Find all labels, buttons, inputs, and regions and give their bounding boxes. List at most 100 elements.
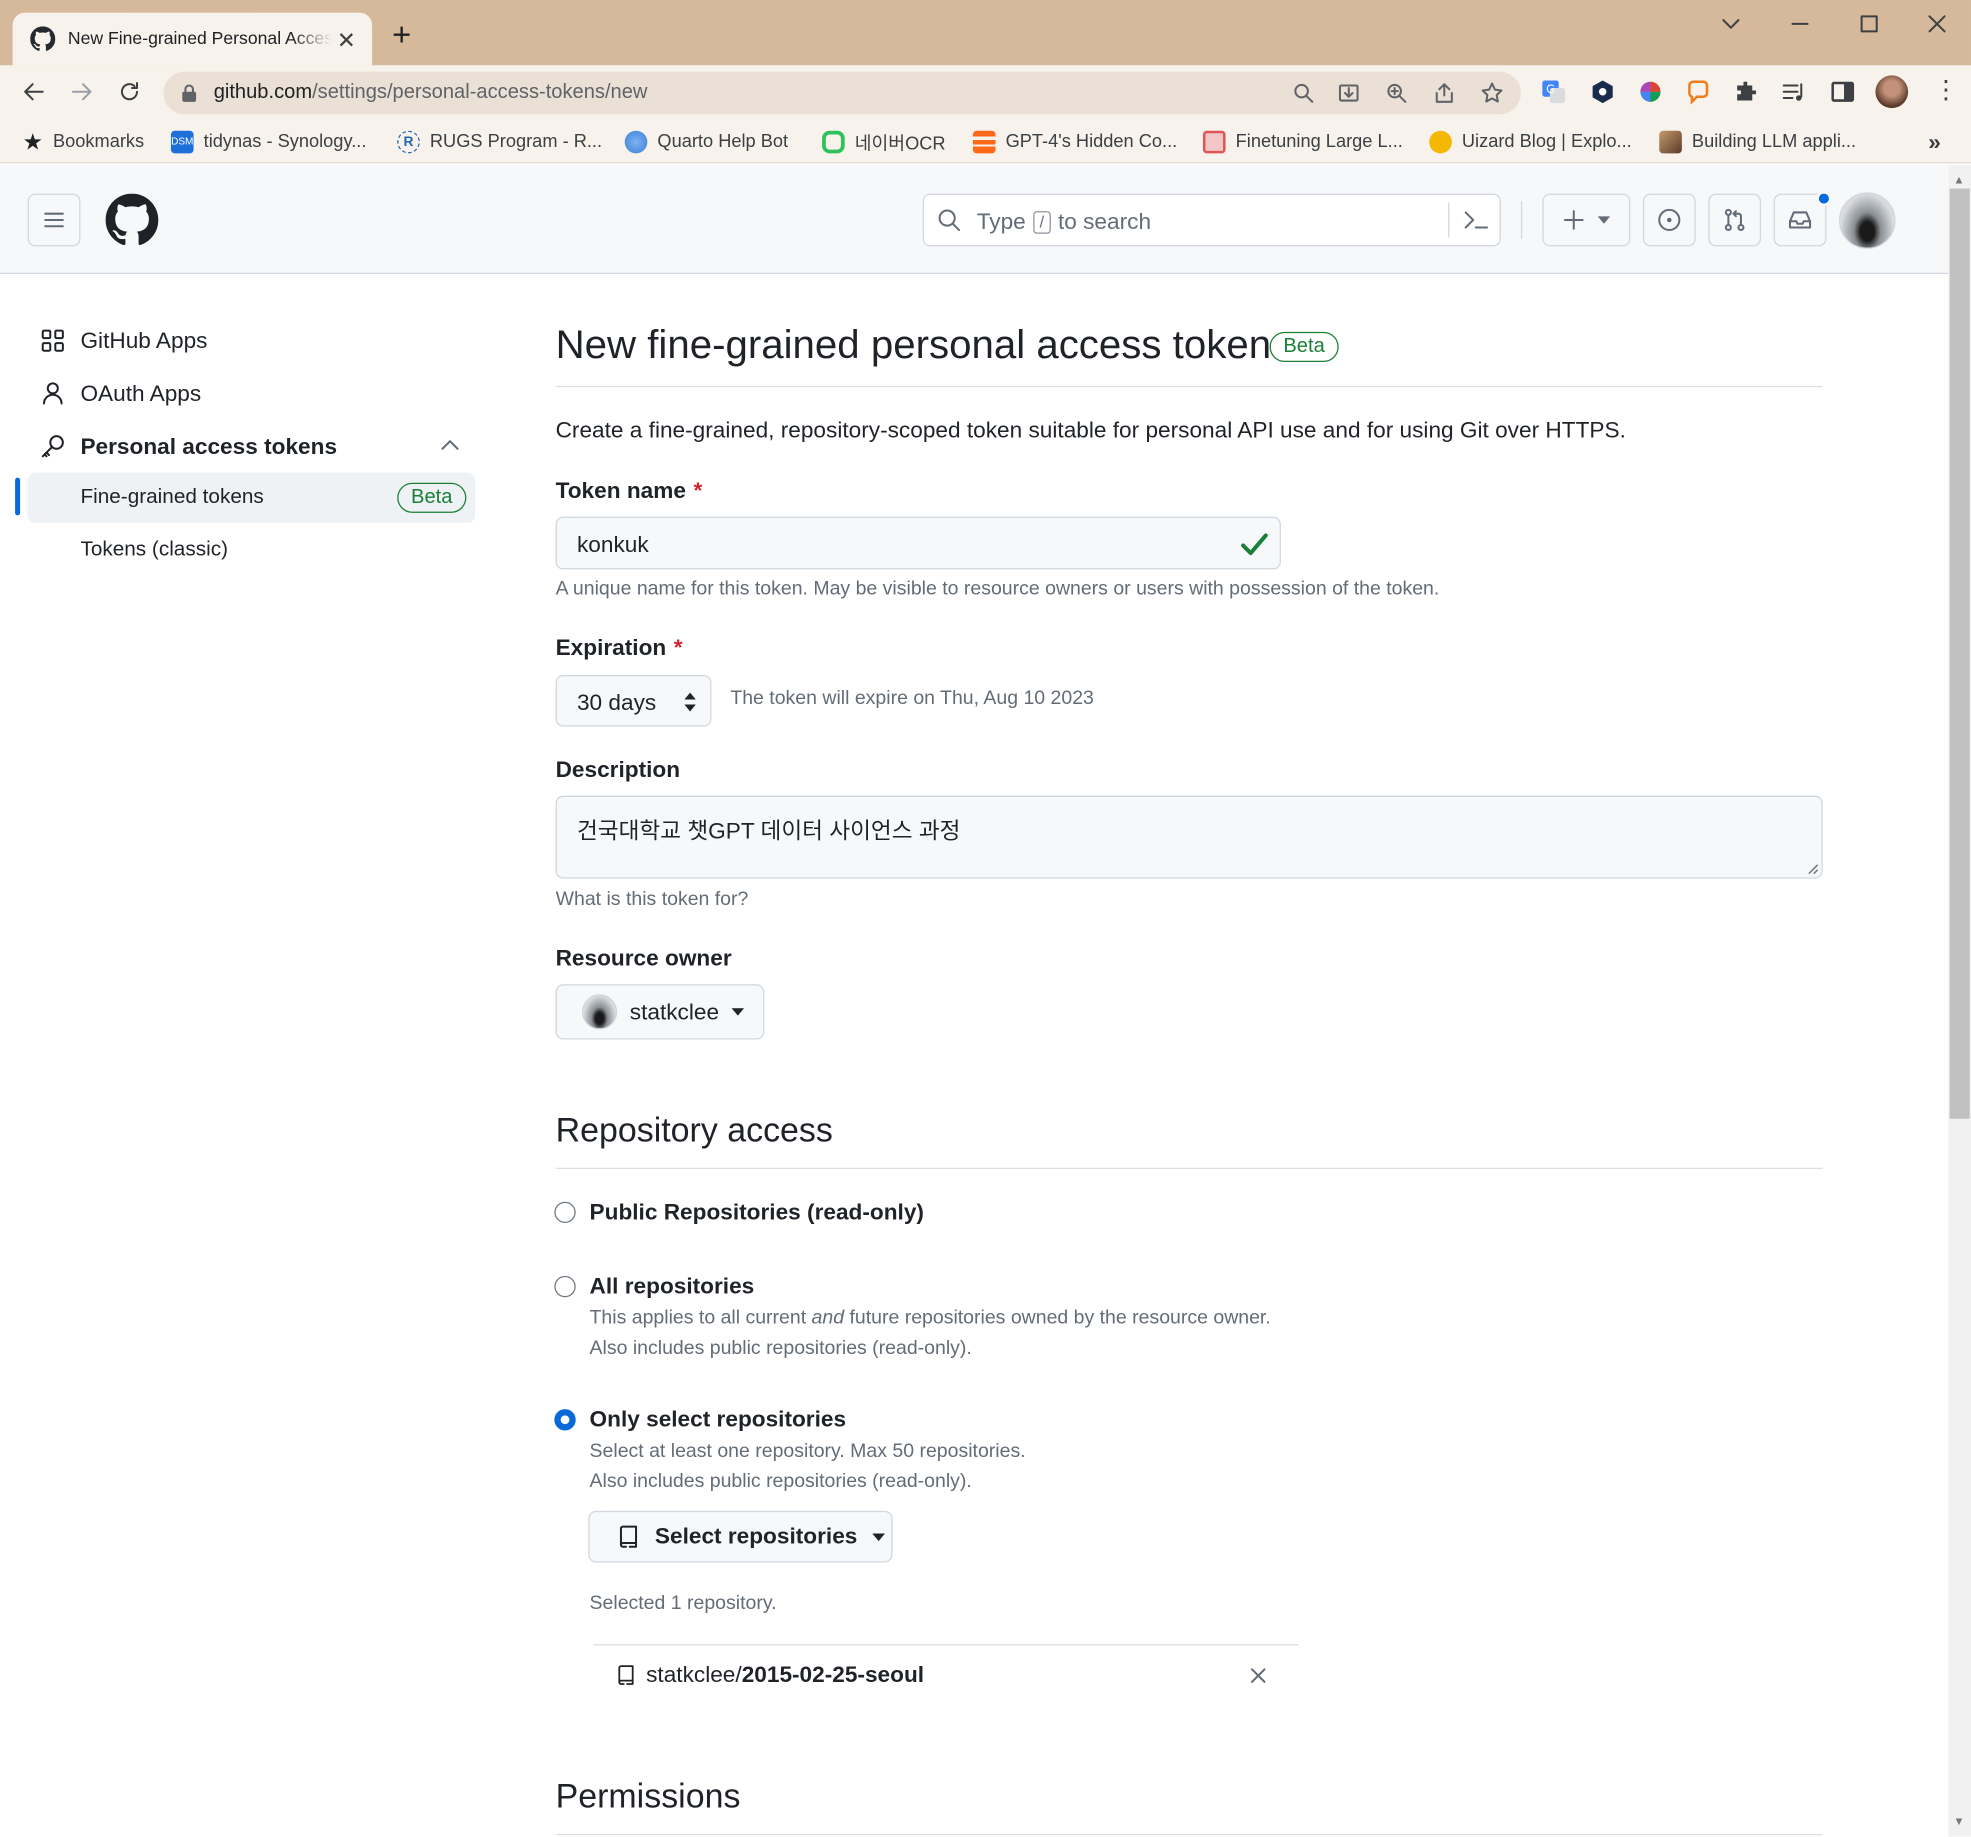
window-close-icon[interactable] <box>1926 13 1949 36</box>
bookmark-item[interactable]: DSM tidynas - Synology... <box>170 128 366 156</box>
sidebar-item-tokens-classic[interactable]: Tokens (classic) <box>80 538 228 562</box>
owner-avatar <box>581 994 618 1030</box>
bookmark-item[interactable]: Quarto Help Bot <box>624 128 788 156</box>
side-panel-icon[interactable] <box>1830 79 1855 104</box>
tab-search-icon[interactable] <box>1720 13 1743 36</box>
resource-owner-label: Resource owner <box>555 945 732 971</box>
all-repositories-desc2: Also includes public repositories (read-… <box>589 1337 972 1359</box>
share-icon[interactable] <box>1433 82 1456 105</box>
bookmark-item[interactable]: Finetuning Large L... <box>1202 128 1403 156</box>
description-textarea[interactable]: 건국대학교 챗GPT 데이터 사이언스 과정 <box>555 795 1823 879</box>
back-icon[interactable] <box>20 78 48 106</box>
search-input[interactable]: Type / to search <box>922 193 1501 247</box>
create-new-button[interactable] <box>1542 193 1631 247</box>
expiration-label: Expiration * <box>555 634 683 660</box>
resource-owner-button[interactable]: statkclee <box>555 984 765 1040</box>
user-avatar[interactable] <box>1838 192 1896 249</box>
repository-access-heading: Repository access <box>555 1111 833 1149</box>
pull-requests-button[interactable] <box>1708 193 1762 247</box>
token-name-note: A unique name for this token. May be vis… <box>555 578 1440 600</box>
inbox-icon <box>1788 211 1812 229</box>
expiration-select[interactable]: 30 days <box>555 675 712 727</box>
profile-avatar[interactable] <box>1875 75 1909 109</box>
token-name-input[interactable]: konkuk <box>555 516 1281 570</box>
zoom-icon[interactable] <box>1385 82 1408 105</box>
bookmark-item[interactable]: 네이버OCR <box>822 128 946 156</box>
browser-menu-icon[interactable]: ⋮ <box>1933 78 1958 103</box>
all-repositories-label[interactable]: All repositories <box>590 1273 755 1299</box>
chat-extension-icon[interactable] <box>1686 79 1711 105</box>
bookmark-item[interactable]: ★ Bookmarks <box>23 128 145 156</box>
resource-owner-value: statkclee <box>629 998 720 1024</box>
bookmark-star-icon[interactable] <box>1481 82 1504 105</box>
github-favicon-icon <box>30 26 56 51</box>
resize-handle-icon[interactable] <box>1806 862 1819 875</box>
sidebar-item-github-apps[interactable]: GitHub Apps <box>40 327 207 355</box>
github-logo-icon[interactable] <box>105 193 159 247</box>
remove-repo-icon[interactable] <box>1248 1666 1268 1686</box>
maximize-icon[interactable] <box>1858 13 1881 36</box>
public-repositories-label[interactable]: Public Repositories (read-only) <box>590 1199 924 1225</box>
select-repositories-button[interactable]: Select repositories <box>588 1510 893 1563</box>
color-picker-icon[interactable] <box>1638 79 1663 104</box>
apps-grid-icon <box>41 329 64 352</box>
chevron-up-icon[interactable] <box>440 437 460 452</box>
tab-close-icon[interactable]: ✕ <box>337 28 356 54</box>
extension-hex-icon[interactable] <box>1590 79 1615 104</box>
reload-icon[interactable] <box>116 78 144 106</box>
check-icon <box>1241 532 1269 557</box>
issues-button[interactable] <box>1642 193 1696 247</box>
radio-all-repositories[interactable] <box>554 1275 576 1298</box>
token-name-label: Token name * <box>555 477 703 503</box>
select-arrows-icon <box>683 691 698 712</box>
scroll-down-arrow-icon[interactable]: ▼ <box>1953 1815 1964 1828</box>
new-tab-button[interactable]: + <box>392 18 411 51</box>
global-nav-menu-button[interactable] <box>27 193 81 247</box>
scrollbar-thumb[interactable] <box>1949 188 1970 1119</box>
radio-public-repositories[interactable] <box>554 1201 576 1224</box>
title-beta-badge: Beta <box>1269 331 1339 363</box>
radio-only-select-repositories[interactable] <box>554 1409 576 1431</box>
search-placeholder: Type / to search <box>976 208 1152 234</box>
google-translate-icon[interactable]: G <box>1541 79 1566 104</box>
substack-icon <box>972 130 996 154</box>
command-palette-icon[interactable] <box>1462 207 1490 232</box>
search-shortcut-key: / <box>1033 210 1051 234</box>
address-bar[interactable]: github.com/settings/personal-access-toke… <box>163 71 1521 115</box>
sidebar-item-oauth-apps[interactable]: OAuth Apps <box>40 380 201 408</box>
bookmark-item[interactable]: Building LLM appli... <box>1659 128 1856 156</box>
repo-icon <box>618 1664 634 1685</box>
divider <box>555 1167 1823 1170</box>
lock-icon <box>181 84 197 103</box>
triangle-down-icon <box>872 1532 886 1541</box>
issue-opened-icon <box>1658 208 1681 232</box>
only-select-desc1: Select at least one repository. Max 50 r… <box>589 1440 1026 1462</box>
bookmarks-bar: ★ Bookmarks DSM tidynas - Synology... R RUG… <box>0 120 1971 164</box>
scroll-up-arrow-icon[interactable]: ▲ <box>1953 173 1964 186</box>
sidebar-item-personal-access-tokens[interactable]: Personal access tokens <box>40 432 337 460</box>
install-app-icon[interactable] <box>1337 82 1360 105</box>
active-indicator <box>15 477 21 516</box>
bookmark-item[interactable]: R RUGS Program - R... <box>397 128 602 156</box>
bookmark-item[interactable]: Uizard Blog | Explo... <box>1429 128 1632 156</box>
sidebar-subitem-label: Fine-grained tokens <box>80 485 264 508</box>
bookmark-item[interactable]: GPT-4's Hidden Co... <box>972 128 1177 156</box>
star-icon: ★ <box>22 128 43 154</box>
reading-list-icon[interactable] <box>1781 79 1806 104</box>
all-repositories-desc: This applies to all current and future r… <box>589 1307 1271 1329</box>
browser-tab[interactable]: New Fine-grained Personal Access Tokens … <box>12 12 373 66</box>
person-icon <box>42 382 63 405</box>
divider <box>593 1644 1299 1646</box>
token-name-value: konkuk <box>576 531 649 557</box>
extensions-puzzle-icon[interactable] <box>1733 79 1758 104</box>
only-select-repositories-label[interactable]: Only select repositories <box>590 1407 847 1433</box>
beta-badge: Beta <box>397 482 467 513</box>
uizard-icon <box>1429 130 1452 154</box>
more-bookmarks-button[interactable]: » <box>1928 128 1941 156</box>
search-page-icon[interactable] <box>1292 82 1315 105</box>
forward-icon[interactable] <box>68 78 96 106</box>
minimize-icon[interactable] <box>1789 13 1812 36</box>
description-label: Description <box>555 756 681 782</box>
repo-owner: statkclee/ <box>646 1661 742 1687</box>
intro-text: Create a fine-grained, repository-scoped… <box>555 417 1626 443</box>
